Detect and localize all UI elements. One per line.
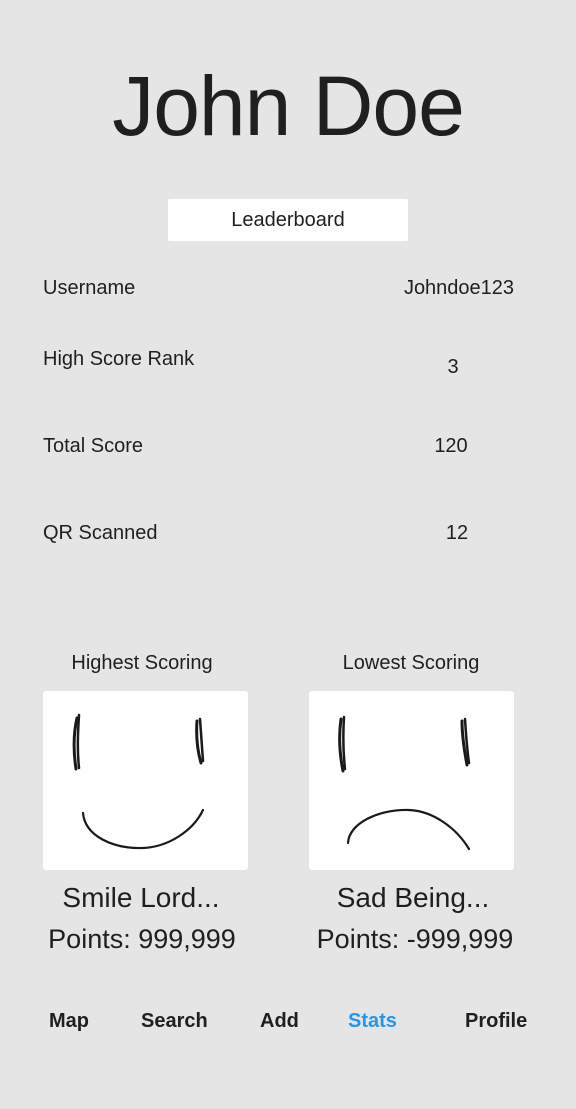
nav-profile[interactable]: Profile: [465, 1010, 527, 1033]
high-score-rank-value: 3: [447, 356, 459, 378]
total-score-label: Total Score: [43, 435, 144, 457]
smiley-face-icon: [72, 713, 205, 850]
nav-search[interactable]: Search: [141, 1010, 208, 1033]
username-label: Username: [43, 277, 136, 299]
high-score-rank-label: High Score Rank: [43, 348, 195, 370]
lowest-scoring-card[interactable]: [309, 691, 514, 870]
nav-map[interactable]: Map: [49, 1010, 89, 1033]
qr-scanned-value: 12: [445, 522, 469, 544]
username-value: Johndoe123: [403, 277, 515, 299]
nav-add[interactable]: Add: [260, 1010, 299, 1033]
bottom-nav: Map Search Add Stats Profile: [0, 1010, 576, 1042]
nav-stats[interactable]: Stats: [348, 1010, 397, 1033]
total-score-value: 120: [434, 435, 468, 457]
highest-scoring-heading: Highest Scoring: [71, 652, 213, 674]
lowest-scoring-heading: Lowest Scoring: [342, 652, 480, 674]
profile-page: John Doe Leaderboard Username Johndoe123…: [0, 0, 576, 1109]
sad-face-icon: [338, 715, 471, 851]
leaderboard-button[interactable]: Leaderboard: [168, 199, 408, 241]
page-title: John Doe: [112, 59, 465, 153]
qr-scanned-label: QR Scanned: [43, 522, 158, 544]
lowest-scoring-points: Points: -999,999: [316, 924, 514, 954]
highest-scoring-name: Smile Lord...: [62, 882, 220, 913]
lowest-scoring-name: Sad Being...: [336, 882, 490, 913]
highest-scoring-card[interactable]: [43, 691, 248, 870]
highest-scoring-points: Points: 999,999: [48, 924, 236, 954]
